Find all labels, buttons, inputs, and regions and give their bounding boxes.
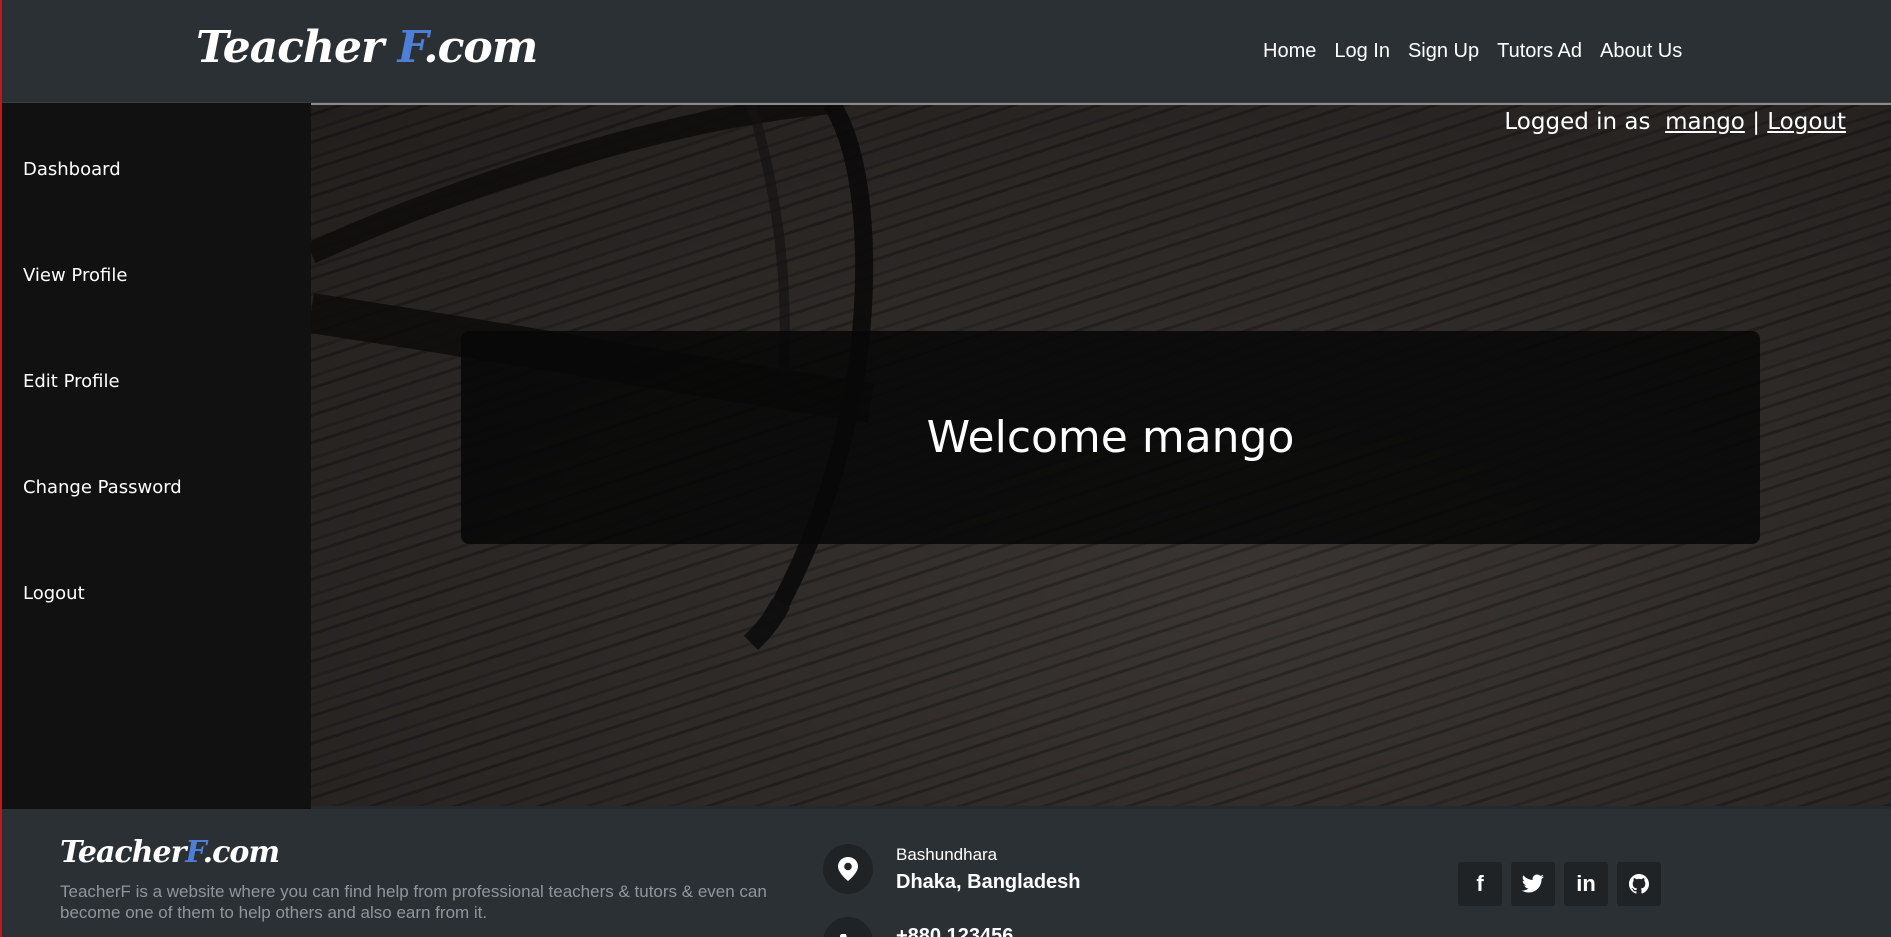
session-separator: | — [1752, 109, 1760, 135]
main-nav: Home Log In Sign Up Tutors Ad About Us — [1263, 40, 1682, 63]
twitter-icon[interactable] — [1511, 862, 1555, 906]
hero-section: Logged in as mango | Logout Welcome mang… — [311, 103, 1891, 806]
nav-login[interactable]: Log In — [1334, 40, 1390, 63]
nav-signup[interactable]: Sign Up — [1408, 40, 1479, 63]
footer: TeacherF.com TeacherF is a website where… — [0, 809, 1891, 937]
page-left-edge — [0, 0, 2, 937]
sidebar-item-view-profile[interactable]: View Profile — [23, 265, 127, 286]
social-links: f in — [1458, 862, 1661, 906]
sidebar-item-change-password[interactable]: Change Password — [23, 477, 182, 498]
footer-logo: TeacherF.com — [60, 835, 280, 870]
logout-link[interactable]: Logout — [1767, 109, 1846, 135]
sidebar-item-edit-profile[interactable]: Edit Profile — [23, 371, 120, 392]
welcome-heading: Welcome mango — [926, 412, 1295, 463]
top-navbar: Teacher F.com Home Log In Sign Up Tutors… — [0, 0, 1891, 103]
site-logo[interactable]: Teacher F.com — [196, 22, 538, 73]
footer-description: TeacherF is a website where you can find… — [60, 882, 767, 922]
location-pin-icon — [823, 844, 873, 894]
nav-tutors-ad[interactable]: Tutors Ad — [1497, 40, 1582, 63]
session-status: Logged in as mango | Logout — [1504, 109, 1846, 135]
hero-top-border — [311, 103, 1891, 105]
address-line2: Dhaka, Bangladesh — [896, 871, 1081, 893]
session-prefix: Logged in as — [1504, 109, 1651, 135]
nav-about-us[interactable]: About Us — [1600, 40, 1682, 63]
welcome-card: Welcome mango — [461, 331, 1760, 544]
nav-home[interactable]: Home — [1263, 40, 1316, 63]
sidebar: Dashboard View Profile Edit Profile Chan… — [0, 103, 311, 809]
sidebar-item-dashboard[interactable]: Dashboard — [23, 159, 121, 180]
sidebar-item-logout[interactable]: Logout — [23, 583, 85, 604]
username-link[interactable]: mango — [1665, 109, 1745, 135]
facebook-icon[interactable]: f — [1458, 862, 1502, 906]
github-icon[interactable] — [1617, 862, 1661, 906]
phone-number: +880 123456 — [896, 925, 1014, 937]
linkedin-icon[interactable]: in — [1564, 862, 1608, 906]
address-line1: Bashundhara — [896, 845, 998, 864]
phone-icon — [823, 917, 873, 937]
